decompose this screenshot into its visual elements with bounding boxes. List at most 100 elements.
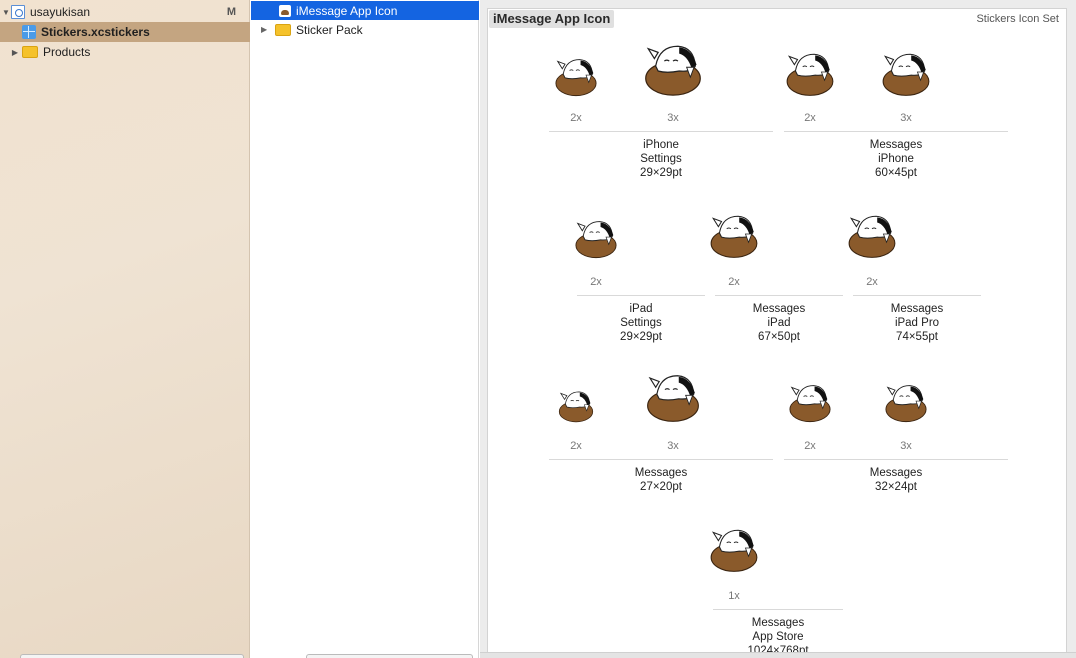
icon-set-panel: iMessage App Icon Stickers Icon Set 2x 3x…: [487, 8, 1067, 658]
group-divider: [784, 131, 1008, 132]
disclosure-closed-icon[interactable]: ▶: [261, 25, 275, 34]
app-icon: [279, 4, 291, 17]
icon-group-label-line: iPad: [767, 317, 791, 329]
icon-slot[interactable]: [861, 381, 951, 426]
icon-group-label-line: iPhone: [643, 139, 679, 151]
project-row[interactable]: ▼ usayukisan M: [0, 2, 250, 22]
sticker-image-icon: [848, 215, 896, 258]
icon-group-label-line: 60×45pt: [875, 167, 917, 179]
icon-slot[interactable]: [765, 49, 855, 100]
asset-outline: iMessage App Icon ▶ Sticker Pack: [251, 0, 479, 658]
outline-item-label: Sticker Pack: [296, 22, 363, 37]
sticker-image-icon: [882, 53, 930, 96]
sticker-image-icon: [645, 45, 701, 96]
icon-slot[interactable]: [689, 211, 779, 262]
sticker-image-icon: [885, 385, 927, 423]
icon-set-type: Stickers Icon Set: [976, 13, 1059, 25]
icon-slot[interactable]: [551, 217, 641, 262]
sticker-image-icon: [558, 391, 594, 423]
sticker-image-icon: [710, 529, 758, 572]
icon-group-label-line: Messages: [890, 303, 944, 315]
icon-group-label-line: Settings: [640, 153, 682, 165]
sticker-image-icon: [710, 215, 758, 258]
sticker-image-icon: [575, 221, 617, 259]
project-name: usayukisan: [30, 5, 91, 19]
icon-group-label-line: iPad: [629, 303, 653, 315]
folder-icon: [22, 46, 38, 58]
icon-slot[interactable]: [861, 49, 951, 100]
icon-group-label-line: 67×50pt: [758, 331, 800, 343]
icon-group-label-line: iPad Pro: [894, 317, 940, 329]
group-divider: [713, 609, 843, 610]
icon-group-label-line: Settings: [620, 317, 662, 329]
outline-item-label: iMessage App Icon: [296, 3, 398, 18]
scale-label: 2x: [570, 440, 582, 452]
scale-label: 2x: [570, 112, 582, 124]
icon-group-label: Messages 27×20pt: [549, 466, 773, 494]
icon-group-label-line: App Store: [752, 631, 804, 643]
icon-group-label-line: Messages: [869, 139, 923, 151]
icon-group-label: iPad Settings 29×29pt: [577, 302, 705, 344]
icon-group-label-line: Messages: [869, 467, 923, 479]
navigator-item-stickers[interactable]: Stickers.xcstickers: [0, 22, 250, 42]
icon-group-label-line: Messages: [752, 303, 806, 315]
project-navigator: ▼ usayukisan M Stickers.xcstickers ▶ Pro…: [0, 0, 250, 658]
scale-label: 3x: [900, 112, 912, 124]
scale-label: 2x: [804, 440, 816, 452]
folder-icon: [275, 23, 291, 36]
scale-label: 2x: [804, 112, 816, 124]
modified-badge: M: [226, 6, 236, 18]
scale-label: 2x: [590, 276, 602, 288]
navigator-item-label: Products: [43, 45, 91, 59]
disclosure-open-icon[interactable]: ▼: [1, 8, 11, 17]
icon-slot[interactable]: [689, 525, 779, 576]
sticker-image-icon: [789, 385, 831, 423]
icon-group-label: iPhone Settings 29×29pt: [549, 138, 773, 180]
group-divider: [784, 459, 1008, 460]
scale-label: 2x: [728, 276, 740, 288]
group-divider: [853, 295, 981, 296]
icon-group-label: Messages iPhone 60×45pt: [784, 138, 1008, 180]
navigator-item-label: Stickers.xcstickers: [41, 25, 150, 39]
scale-label: 1x: [728, 590, 740, 602]
icon-group-label-line: 29×29pt: [620, 331, 662, 343]
disclosure-closed-icon[interactable]: ▶: [10, 48, 20, 57]
group-divider: [549, 459, 773, 460]
icon-slot[interactable]: [765, 381, 855, 426]
icon-group-label-line: iPhone: [878, 153, 914, 165]
icon-group-label: Messages iPad Pro 74×55pt: [853, 302, 981, 344]
outline-filter-bar[interactable]: [306, 654, 473, 658]
navigator-item-products[interactable]: ▶ Products: [0, 42, 250, 62]
navigator-filter-bar[interactable]: [20, 654, 244, 658]
asset-catalog-icon: [22, 25, 36, 39]
sticker-image-icon: [786, 53, 834, 96]
outline-item-imessage-app-icon[interactable]: iMessage App Icon: [251, 1, 479, 20]
icon-slot[interactable]: [628, 40, 718, 100]
icon-slot[interactable]: [827, 211, 917, 262]
group-divider: [715, 295, 843, 296]
editor-horizontal-scrollbar[interactable]: [480, 652, 1076, 658]
icon-group-label-line: 74×55pt: [896, 331, 938, 343]
icon-slot[interactable]: [531, 388, 621, 426]
asset-editor: iMessage App Icon Stickers Icon Set 2x 3x…: [480, 0, 1076, 658]
sticker-image-icon: [647, 375, 699, 422]
icon-group-label-line: 27×20pt: [640, 481, 682, 493]
icon-group-label: Messages 32×24pt: [784, 466, 1008, 494]
scale-label: 3x: [667, 440, 679, 452]
group-divider: [577, 295, 705, 296]
scale-label: 2x: [866, 276, 878, 288]
project-doc-icon: [11, 5, 25, 19]
scale-label: 3x: [667, 112, 679, 124]
icon-set-title: iMessage App Icon: [489, 10, 615, 28]
outline-item-sticker-pack[interactable]: ▶ Sticker Pack: [251, 20, 479, 39]
group-divider: [549, 131, 773, 132]
icon-group-label-line: Messages: [634, 467, 688, 479]
icon-group-label-line: 29×29pt: [640, 167, 682, 179]
icon-group-label-line: Messages: [751, 617, 805, 629]
icon-group-label: Messages iPad 67×50pt: [715, 302, 843, 344]
sticker-image-icon: [555, 59, 597, 97]
scale-label: 3x: [900, 440, 912, 452]
icon-slot[interactable]: [628, 370, 718, 426]
icon-group-label-line: 32×24pt: [875, 481, 917, 493]
icon-slot[interactable]: [531, 55, 621, 100]
